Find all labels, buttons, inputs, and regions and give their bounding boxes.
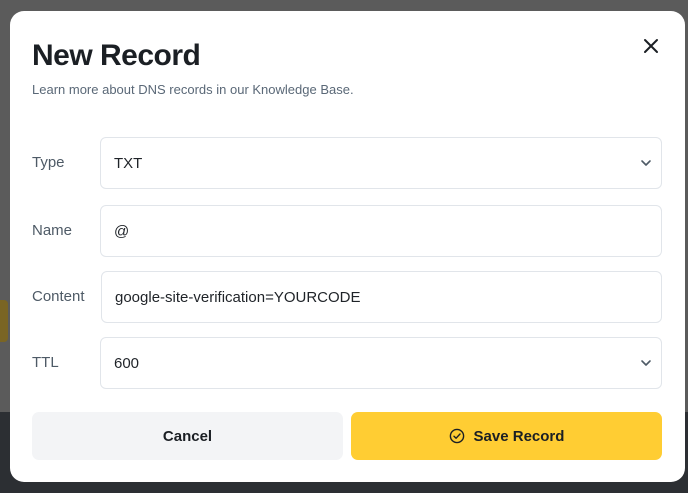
type-select[interactable]: TXT bbox=[100, 137, 662, 189]
cancel-button[interactable]: Cancel bbox=[32, 412, 343, 460]
new-record-dialog: New Record Learn more about DNS records … bbox=[10, 11, 685, 482]
cancel-button-label: Cancel bbox=[162, 427, 213, 445]
content-label: Content bbox=[32, 288, 85, 305]
ttl-select[interactable]: 600 bbox=[100, 337, 662, 389]
chevron-down-icon bbox=[631, 159, 661, 167]
content-input[interactable]: google-site-verification=YOURCODE bbox=[101, 271, 662, 323]
type-value: TXT bbox=[114, 154, 143, 172]
name-value: @ bbox=[114, 222, 130, 240]
dialog-title: New Record bbox=[32, 39, 201, 72]
ttl-label: TTL bbox=[32, 354, 59, 371]
check-circle-icon bbox=[449, 428, 465, 444]
backdrop-side-tab bbox=[0, 300, 8, 342]
dialog-subtitle[interactable]: Learn more about DNS records in our Know… bbox=[32, 82, 354, 97]
name-label: Name bbox=[32, 222, 73, 239]
close-button[interactable] bbox=[640, 35, 662, 57]
content-value: google-site-verification=YOURCODE bbox=[115, 288, 361, 306]
name-row: Name @ bbox=[32, 205, 662, 257]
name-input[interactable]: @ bbox=[100, 205, 662, 257]
content-row: Content google-site-verification=YOURCOD… bbox=[32, 271, 662, 323]
save-record-button[interactable]: Save Record bbox=[351, 412, 662, 460]
save-record-button-label: Save Record bbox=[473, 427, 565, 445]
ttl-value: 600 bbox=[114, 354, 140, 372]
chevron-down-icon bbox=[631, 359, 661, 367]
ttl-row: TTL 600 bbox=[32, 337, 662, 389]
type-row: Type TXT bbox=[32, 137, 662, 189]
type-label: Type bbox=[32, 154, 65, 171]
close-icon bbox=[644, 39, 658, 53]
